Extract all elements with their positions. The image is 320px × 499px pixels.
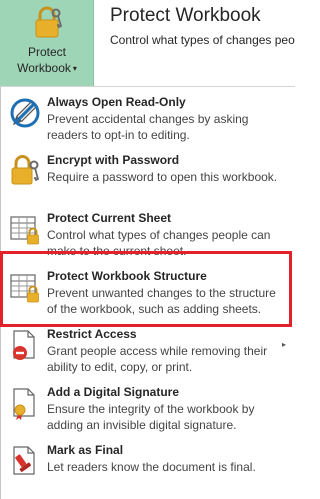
- button-label-text: Workbook: [17, 61, 71, 75]
- menu-item-description: Grant people access while removing their…: [47, 344, 268, 374]
- restrict-document-icon: [13, 330, 35, 360]
- protect-workbook-button[interactable]: Protect Workbook ▾: [0, 0, 94, 86]
- menu-item-description: Prevent accidental changes by asking rea…: [47, 112, 249, 142]
- menu-item-add-digital-signature[interactable]: Add a Digital Signature Ensure the integ…: [2, 384, 294, 442]
- menu-item-title: Mark as Final: [47, 443, 124, 457]
- signature-ribbon-icon: [13, 388, 35, 420]
- menu-item-description: Ensure the integrity of the workbook by …: [47, 402, 255, 432]
- button-label-line2: Workbook ▾: [0, 61, 94, 75]
- menu-item-title: Protect Current Sheet: [47, 211, 172, 225]
- lock-key-icon: [11, 155, 40, 185]
- lock-key-icon: [35, 6, 62, 38]
- highlight-box: [0, 251, 292, 327]
- menu-item-title: Add a Digital Signature: [47, 385, 180, 399]
- final-stamp-icon: [13, 446, 35, 475]
- page-subtitle: Control what types of changes peo: [110, 33, 295, 47]
- submenu-arrow-icon: ▸: [281, 340, 286, 349]
- page-title: Protect Workbook: [110, 5, 261, 26]
- menu-item-title: Restrict Access: [47, 327, 137, 341]
- menu-item-description: Let readers know the document is final.: [47, 460, 256, 474]
- menu-item-title: Encrypt with Password: [47, 153, 180, 167]
- ribbon-header: Protect Workbook ▾ Protect Workbook Contr…: [0, 0, 295, 86]
- button-label-line1: Protect: [27, 45, 66, 59]
- menu-item-restrict-access[interactable]: Restrict Access Grant people access whil…: [2, 326, 294, 384]
- pencil-no-edit-icon: [10, 98, 40, 128]
- sheet-lock-icon: [10, 216, 39, 245]
- menu-item-title: Always Open Read-Only: [47, 95, 186, 109]
- chevron-down-icon: ▾: [72, 64, 77, 73]
- menu-item-mark-as-final[interactable]: Mark as Final Let readers know the docum…: [2, 442, 294, 499]
- menu-item-always-open-read-only[interactable]: Always Open Read-Only Prevent accidental…: [2, 94, 294, 152]
- menu-item-encrypt-with-password[interactable]: Encrypt with Password Require a password…: [2, 152, 294, 210]
- menu-item-description: Require a password to open this workbook…: [47, 170, 278, 184]
